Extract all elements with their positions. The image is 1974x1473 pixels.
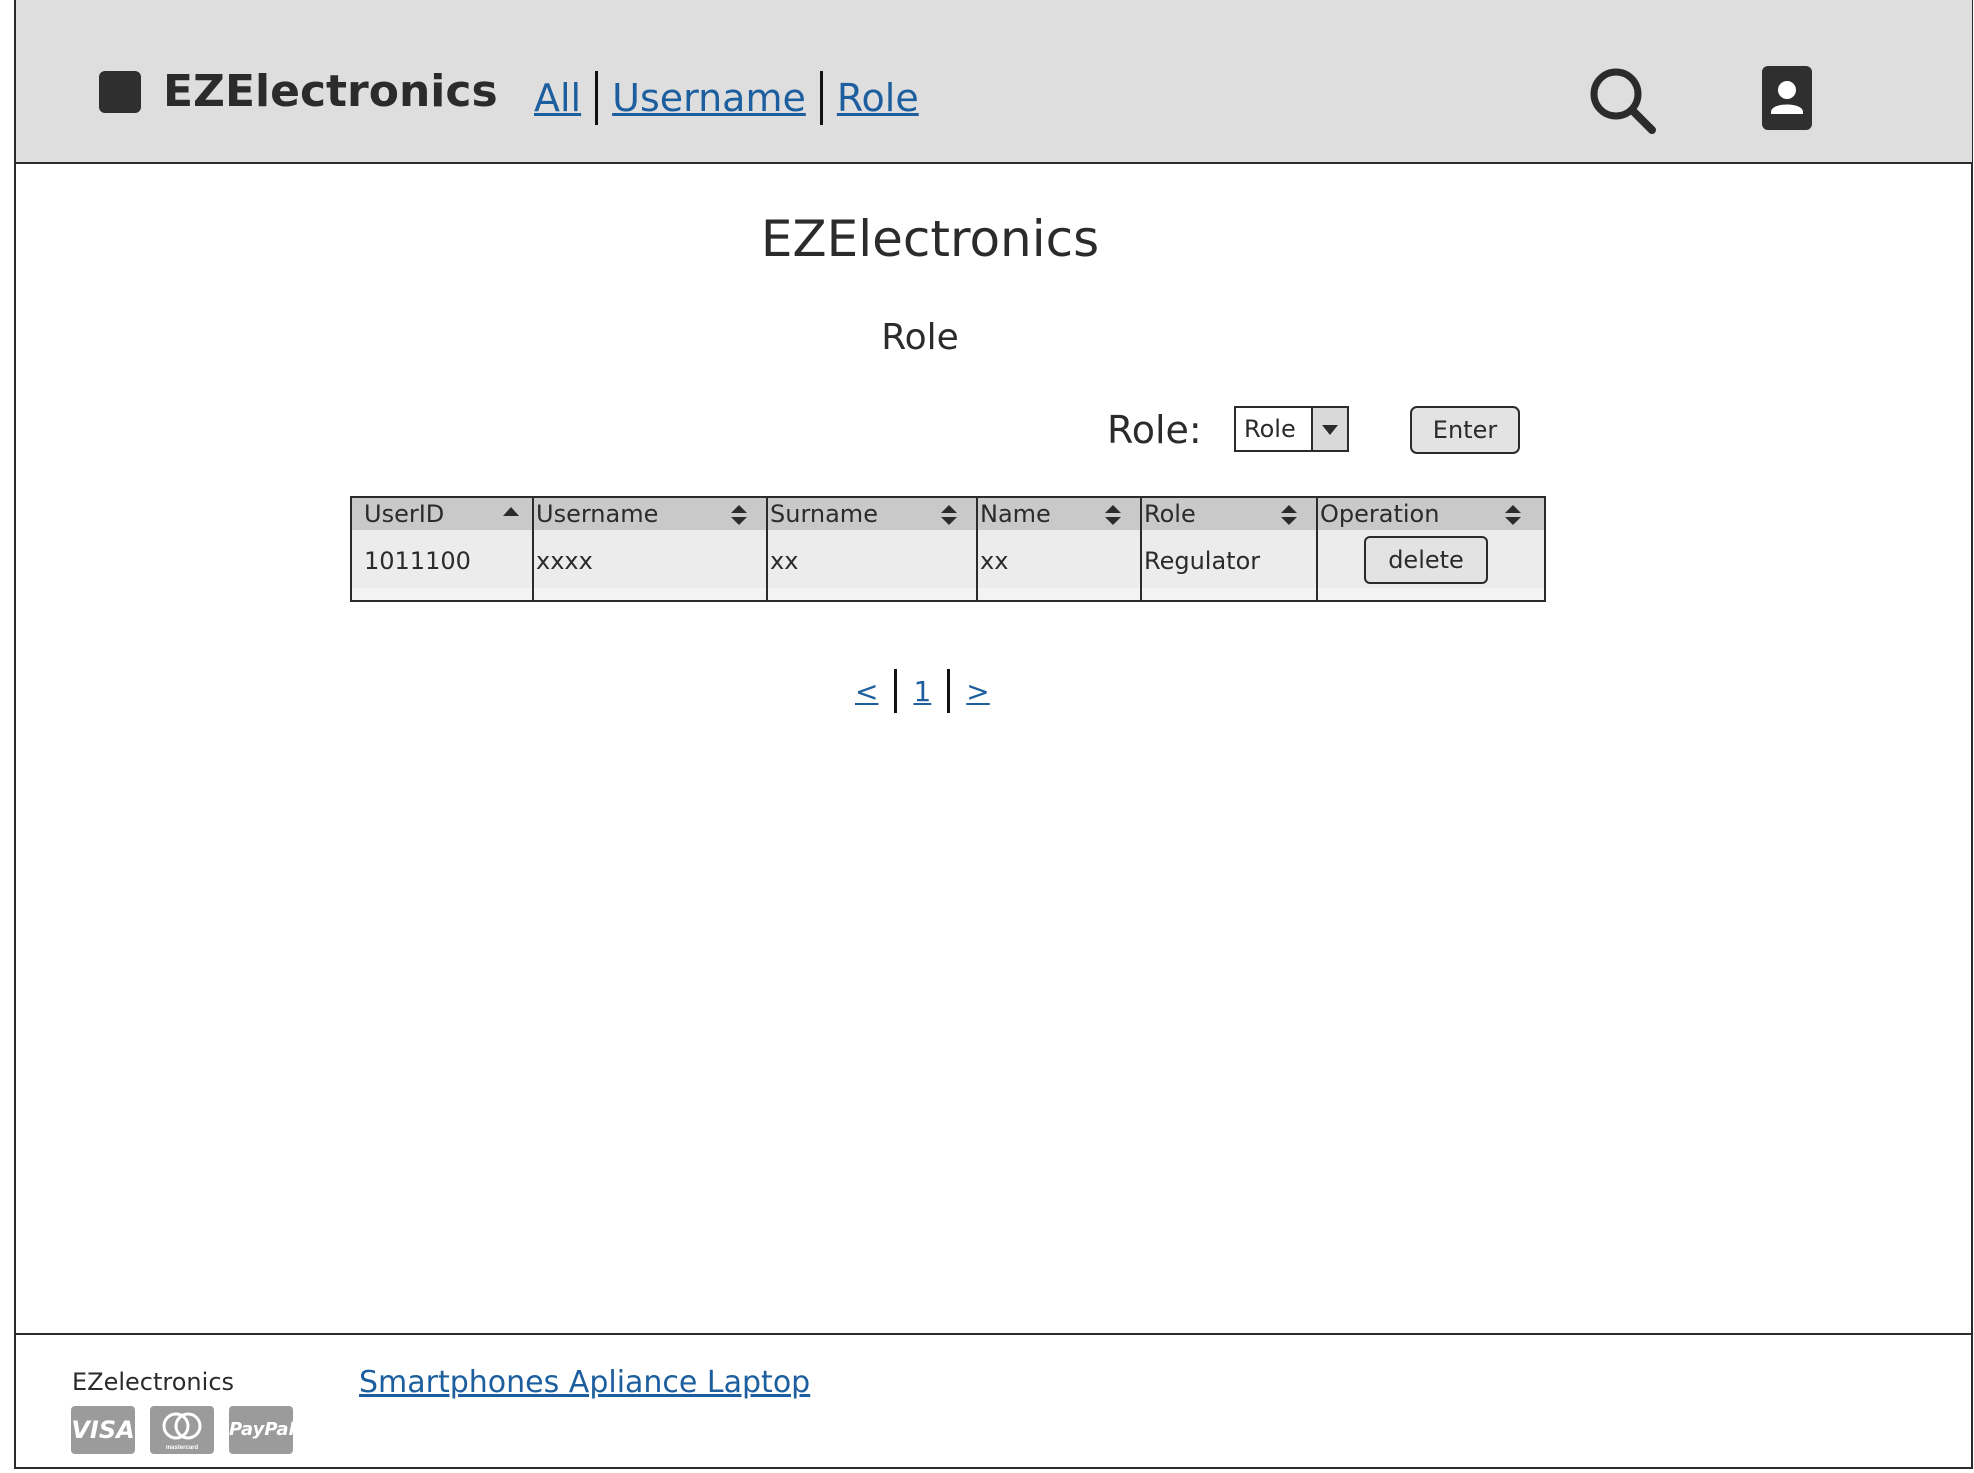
page-1-link[interactable]: 1 xyxy=(913,675,931,708)
sort-icon[interactable] xyxy=(1280,504,1298,526)
mastercard-text: mastercard xyxy=(166,1445,199,1451)
header-operation[interactable]: Operation xyxy=(1320,498,1439,530)
page-title: EZElectronics xyxy=(760,210,1100,268)
paypal-icon: PayPal xyxy=(229,1406,295,1454)
footer-categories-link[interactable]: Smartphones Apliance Laptop xyxy=(359,1365,810,1400)
sort-icon[interactable] xyxy=(730,504,748,526)
delete-button[interactable]: delete xyxy=(1364,536,1488,584)
user-account-icon[interactable] xyxy=(1762,66,1812,130)
sort-icon[interactable] xyxy=(1504,504,1522,526)
nav-separator xyxy=(595,71,599,125)
cell-name: xx xyxy=(980,547,1009,575)
cell-role: Regulator xyxy=(1144,547,1261,575)
role-select-value: Role xyxy=(1244,415,1296,443)
header-name[interactable]: Name xyxy=(980,498,1051,530)
section-title: Role xyxy=(881,317,959,358)
nav-all-link[interactable]: All xyxy=(534,76,581,120)
footer-divider xyxy=(16,1333,1972,1335)
brand-name: EZElectronics xyxy=(163,66,498,117)
header-userid[interactable]: UserID xyxy=(364,498,444,530)
logo-icon xyxy=(99,71,141,113)
pager-separator xyxy=(894,669,898,713)
column-divider xyxy=(1140,498,1142,600)
footer-brand: EZelectronics xyxy=(72,1368,235,1396)
user-silhouette-icon xyxy=(1771,81,1803,114)
pagination: < 1 > xyxy=(855,668,990,714)
mastercard-circles-icon: mastercard xyxy=(162,1412,202,1451)
cell-username: xxxx xyxy=(536,547,593,575)
column-divider xyxy=(976,498,978,600)
nav-username-link[interactable]: Username xyxy=(612,76,806,120)
mastercard-icon: mastercard xyxy=(150,1406,214,1454)
column-divider xyxy=(1316,498,1318,600)
sort-icon[interactable] xyxy=(1104,504,1122,526)
prev-page-link[interactable]: < xyxy=(855,675,878,708)
role-filter-label: Role: xyxy=(1107,408,1202,452)
pager-separator xyxy=(947,669,951,713)
top-nav: All Username Role xyxy=(534,70,919,126)
role-select[interactable]: Role xyxy=(1234,406,1349,452)
column-divider xyxy=(532,498,534,600)
visa-icon: VISA xyxy=(71,1406,135,1454)
next-page-link[interactable]: > xyxy=(966,675,989,708)
enter-button[interactable]: Enter xyxy=(1410,406,1520,454)
users-table: UserID Username Surname Name Role Operat… xyxy=(350,496,1546,602)
header-surname[interactable]: Surname xyxy=(770,498,878,530)
header-role[interactable]: Role xyxy=(1144,498,1196,530)
chevron-down-icon[interactable] xyxy=(1311,408,1347,450)
sort-asc-icon[interactable] xyxy=(502,504,520,526)
search-icon[interactable] xyxy=(1588,66,1658,136)
header-username[interactable]: Username xyxy=(536,498,658,530)
cell-surname: xx xyxy=(770,547,799,575)
sort-icon[interactable] xyxy=(940,504,958,526)
column-divider xyxy=(766,498,768,600)
nav-role-link[interactable]: Role xyxy=(837,76,919,120)
nav-separator xyxy=(819,71,823,125)
cell-userid: 1011100 xyxy=(364,547,471,575)
top-header: EZElectronics All Username Role xyxy=(16,0,1972,164)
